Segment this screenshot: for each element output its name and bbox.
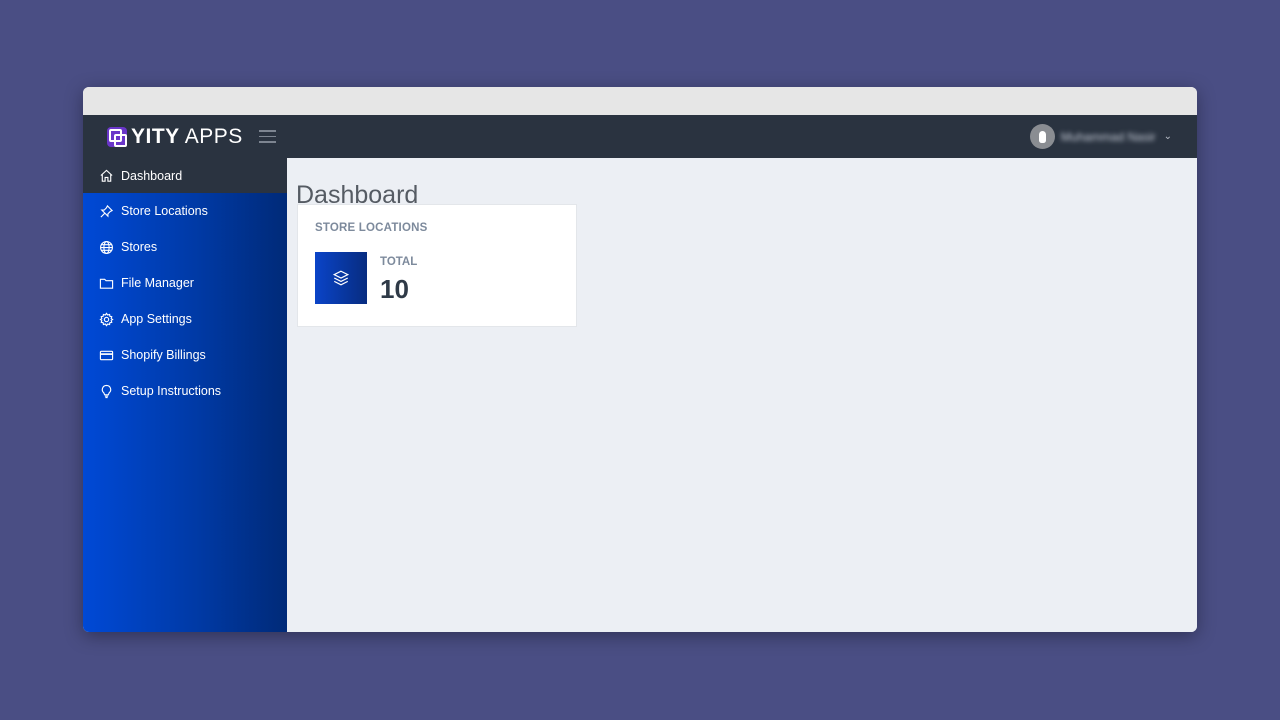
sidebar-item-label: Stores (121, 240, 158, 254)
sidebar-item-label: Setup Instructions (121, 384, 222, 398)
stat-value: 10 (380, 274, 409, 304)
sidebar-item-file-manager[interactable]: File Manager (83, 265, 287, 301)
store-locations-card: STORE LOCATIONS TOTAL 10 (297, 204, 577, 327)
globe-icon (98, 239, 114, 255)
sidebar-item-stores[interactable]: Stores (83, 229, 287, 265)
card-title: STORE LOCATIONS (315, 222, 428, 234)
logo-icon (107, 126, 127, 147)
home-icon (98, 168, 114, 184)
sidebar-item-shopify-billings[interactable]: Shopify Billings (83, 337, 287, 373)
sidebar-item-setup-instructions[interactable]: Setup Instructions (83, 373, 287, 409)
folder-icon (98, 275, 114, 291)
pin-icon (98, 203, 114, 219)
sidebar-item-label: Shopify Billings (121, 348, 206, 362)
top-navbar: YITY APPS Muhammad Nasir ⌄ (83, 115, 1197, 158)
stat-label: TOTAL (380, 256, 418, 268)
sidebar-item-label: File Manager (121, 276, 194, 290)
layers-icon (315, 252, 367, 304)
sidebar-item-label: Store Locations (121, 204, 208, 218)
sidebar: Dashboard Store Locations Stores File Ma… (83, 158, 287, 632)
sidebar-item-label: App Settings (121, 312, 192, 326)
chevron-down-icon[interactable]: ⌄ (1164, 131, 1172, 142)
sidebar-item-store-locations[interactable]: Store Locations (83, 193, 287, 229)
sidebar-item-app-settings[interactable]: App Settings (83, 301, 287, 337)
logo[interactable]: YITY APPS (107, 125, 243, 149)
sidebar-item-dashboard[interactable]: Dashboard (83, 158, 287, 193)
gear-icon (98, 311, 114, 327)
logo-text-light: APPS (184, 124, 243, 148)
lightbulb-icon (98, 383, 114, 399)
menu-toggle-icon[interactable] (258, 130, 276, 143)
user-menu[interactable]: Muhammad Nasir ⌄ (1029, 124, 1172, 149)
avatar[interactable] (1029, 124, 1055, 149)
browser-titlebar (83, 87, 1197, 115)
main-content: Dashboard STORE LOCATIONS TOTAL 10 (287, 158, 1197, 632)
credit-card-icon (98, 347, 114, 363)
logo-text-bold: YITY (131, 124, 180, 148)
user-name: Muhammad Nasir (1060, 129, 1156, 144)
sidebar-item-label: Dashboard (121, 168, 183, 183)
app-window: YITY APPS Muhammad Nasir ⌄ Dashboard Sto… (83, 87, 1197, 632)
